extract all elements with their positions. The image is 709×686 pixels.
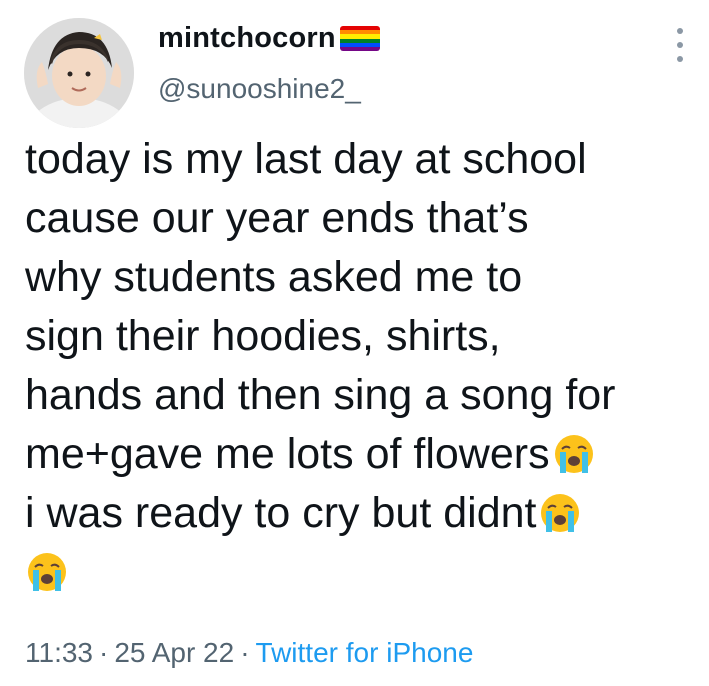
tweet-source-link[interactable]: Twitter for iPhone xyxy=(256,637,474,668)
tweet-line: today is my last day at school xyxy=(25,135,587,183)
tweet-metadata: 11:33 · 25 Apr 22 · Twitter for iPhone xyxy=(25,637,473,669)
author-name-row[interactable]: mintchocorn xyxy=(158,22,380,55)
loudly-crying-face-icon xyxy=(28,553,66,591)
loudly-crying-face-icon xyxy=(554,435,593,473)
tweet-line: i was ready to cry but didnt xyxy=(25,489,537,537)
tweet-date[interactable]: 25 Apr 22 xyxy=(114,637,234,668)
more-options-icon[interactable] xyxy=(675,28,685,62)
tweet-card: mintchocorn @sunooshine2_ today is my la… xyxy=(0,0,709,686)
rainbow-flag-icon xyxy=(339,26,380,51)
tweet-line: cause our year ends that’s xyxy=(25,194,529,242)
avatar-photo xyxy=(24,18,134,128)
loudly-crying-face-icon xyxy=(541,494,580,532)
tweet-line-with-emoji: me+gave me lots of flowers xyxy=(25,425,705,484)
tweet-line-emoji-only xyxy=(25,543,705,602)
tweet-line: why students asked me to xyxy=(25,253,523,301)
avatar[interactable] xyxy=(24,18,134,128)
tweet-time[interactable]: 11:33 xyxy=(25,637,93,668)
tweet-text: today is my last day at school cause our… xyxy=(25,130,705,602)
tweet-line: sign their hoodies, shirts, xyxy=(25,312,501,360)
separator: · xyxy=(240,637,250,668)
tweet-line-with-emoji: i was ready to cry but didnt xyxy=(25,484,705,543)
display-name[interactable]: mintchocorn xyxy=(158,22,336,55)
user-handle[interactable]: @sunooshine2_ xyxy=(158,73,361,105)
separator: · xyxy=(99,637,109,668)
tweet-line: me+gave me lots of flowers xyxy=(25,430,550,478)
tweet-line: hands and then sing a song for xyxy=(25,371,616,419)
